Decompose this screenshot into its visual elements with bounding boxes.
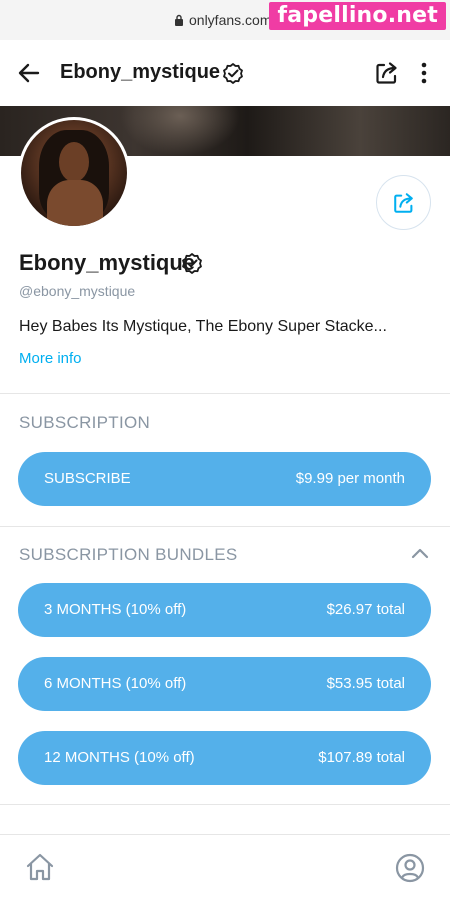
- url-text[interactable]: onlyfans.com: [189, 12, 271, 28]
- page-title: Ebony_mystique: [60, 61, 221, 83]
- bottom-navigation: [0, 834, 450, 902]
- back-arrow-icon[interactable]: [16, 60, 42, 86]
- bundle-price: $53.95 total: [326, 675, 405, 692]
- chevron-up-icon[interactable]: [410, 546, 430, 560]
- bundle-price: $107.89 total: [318, 749, 405, 766]
- share-profile-button[interactable]: [376, 175, 431, 230]
- bundle-label: 12 MONTHS (10% off): [44, 749, 195, 766]
- divider: [0, 393, 450, 394]
- subscribe-button[interactable]: SUBSCRIBE $9.99 per month: [18, 452, 431, 506]
- more-info-link[interactable]: More info: [19, 350, 82, 367]
- avatar-image: [21, 120, 127, 226]
- profile-icon[interactable]: [395, 853, 425, 883]
- top-navigation: Ebony_mystique: [0, 40, 450, 106]
- verified-badge-icon: [182, 253, 202, 274]
- verified-badge-icon: [223, 63, 243, 84]
- divider: [0, 526, 450, 527]
- profile-bio: Hey Babes Its Mystique, The Ebony Super …: [19, 318, 387, 335]
- bundles-section-title: SUBSCRIPTION BUNDLES: [19, 545, 238, 564]
- more-vertical-icon[interactable]: [416, 60, 432, 86]
- bundle-6-months-button[interactable]: 6 MONTHS (10% off) $53.95 total: [18, 657, 431, 711]
- bundle-3-months-button[interactable]: 3 MONTHS (10% off) $26.97 total: [18, 583, 431, 637]
- home-icon[interactable]: [24, 851, 56, 883]
- subscribe-label: SUBSCRIBE: [44, 470, 131, 487]
- bundle-label: 3 MONTHS (10% off): [44, 601, 187, 618]
- bundle-label: 6 MONTHS (10% off): [44, 675, 187, 692]
- profile-handle: @ebony_mystique: [19, 283, 136, 299]
- watermark-logo: fapellino.net: [269, 2, 446, 30]
- divider: [0, 804, 450, 805]
- share-icon[interactable]: [374, 60, 400, 86]
- subscribe-price: $9.99 per month: [295, 470, 405, 487]
- share-icon: [394, 193, 413, 213]
- bundle-12-months-button[interactable]: 12 MONTHS (10% off) $107.89 total: [18, 731, 431, 785]
- lock-icon: [175, 14, 183, 26]
- bundle-price: $26.97 total: [326, 601, 405, 618]
- profile-name: Ebony_mystique: [19, 250, 196, 275]
- subscription-section-title: SUBSCRIPTION: [19, 413, 151, 432]
- avatar[interactable]: [18, 117, 130, 229]
